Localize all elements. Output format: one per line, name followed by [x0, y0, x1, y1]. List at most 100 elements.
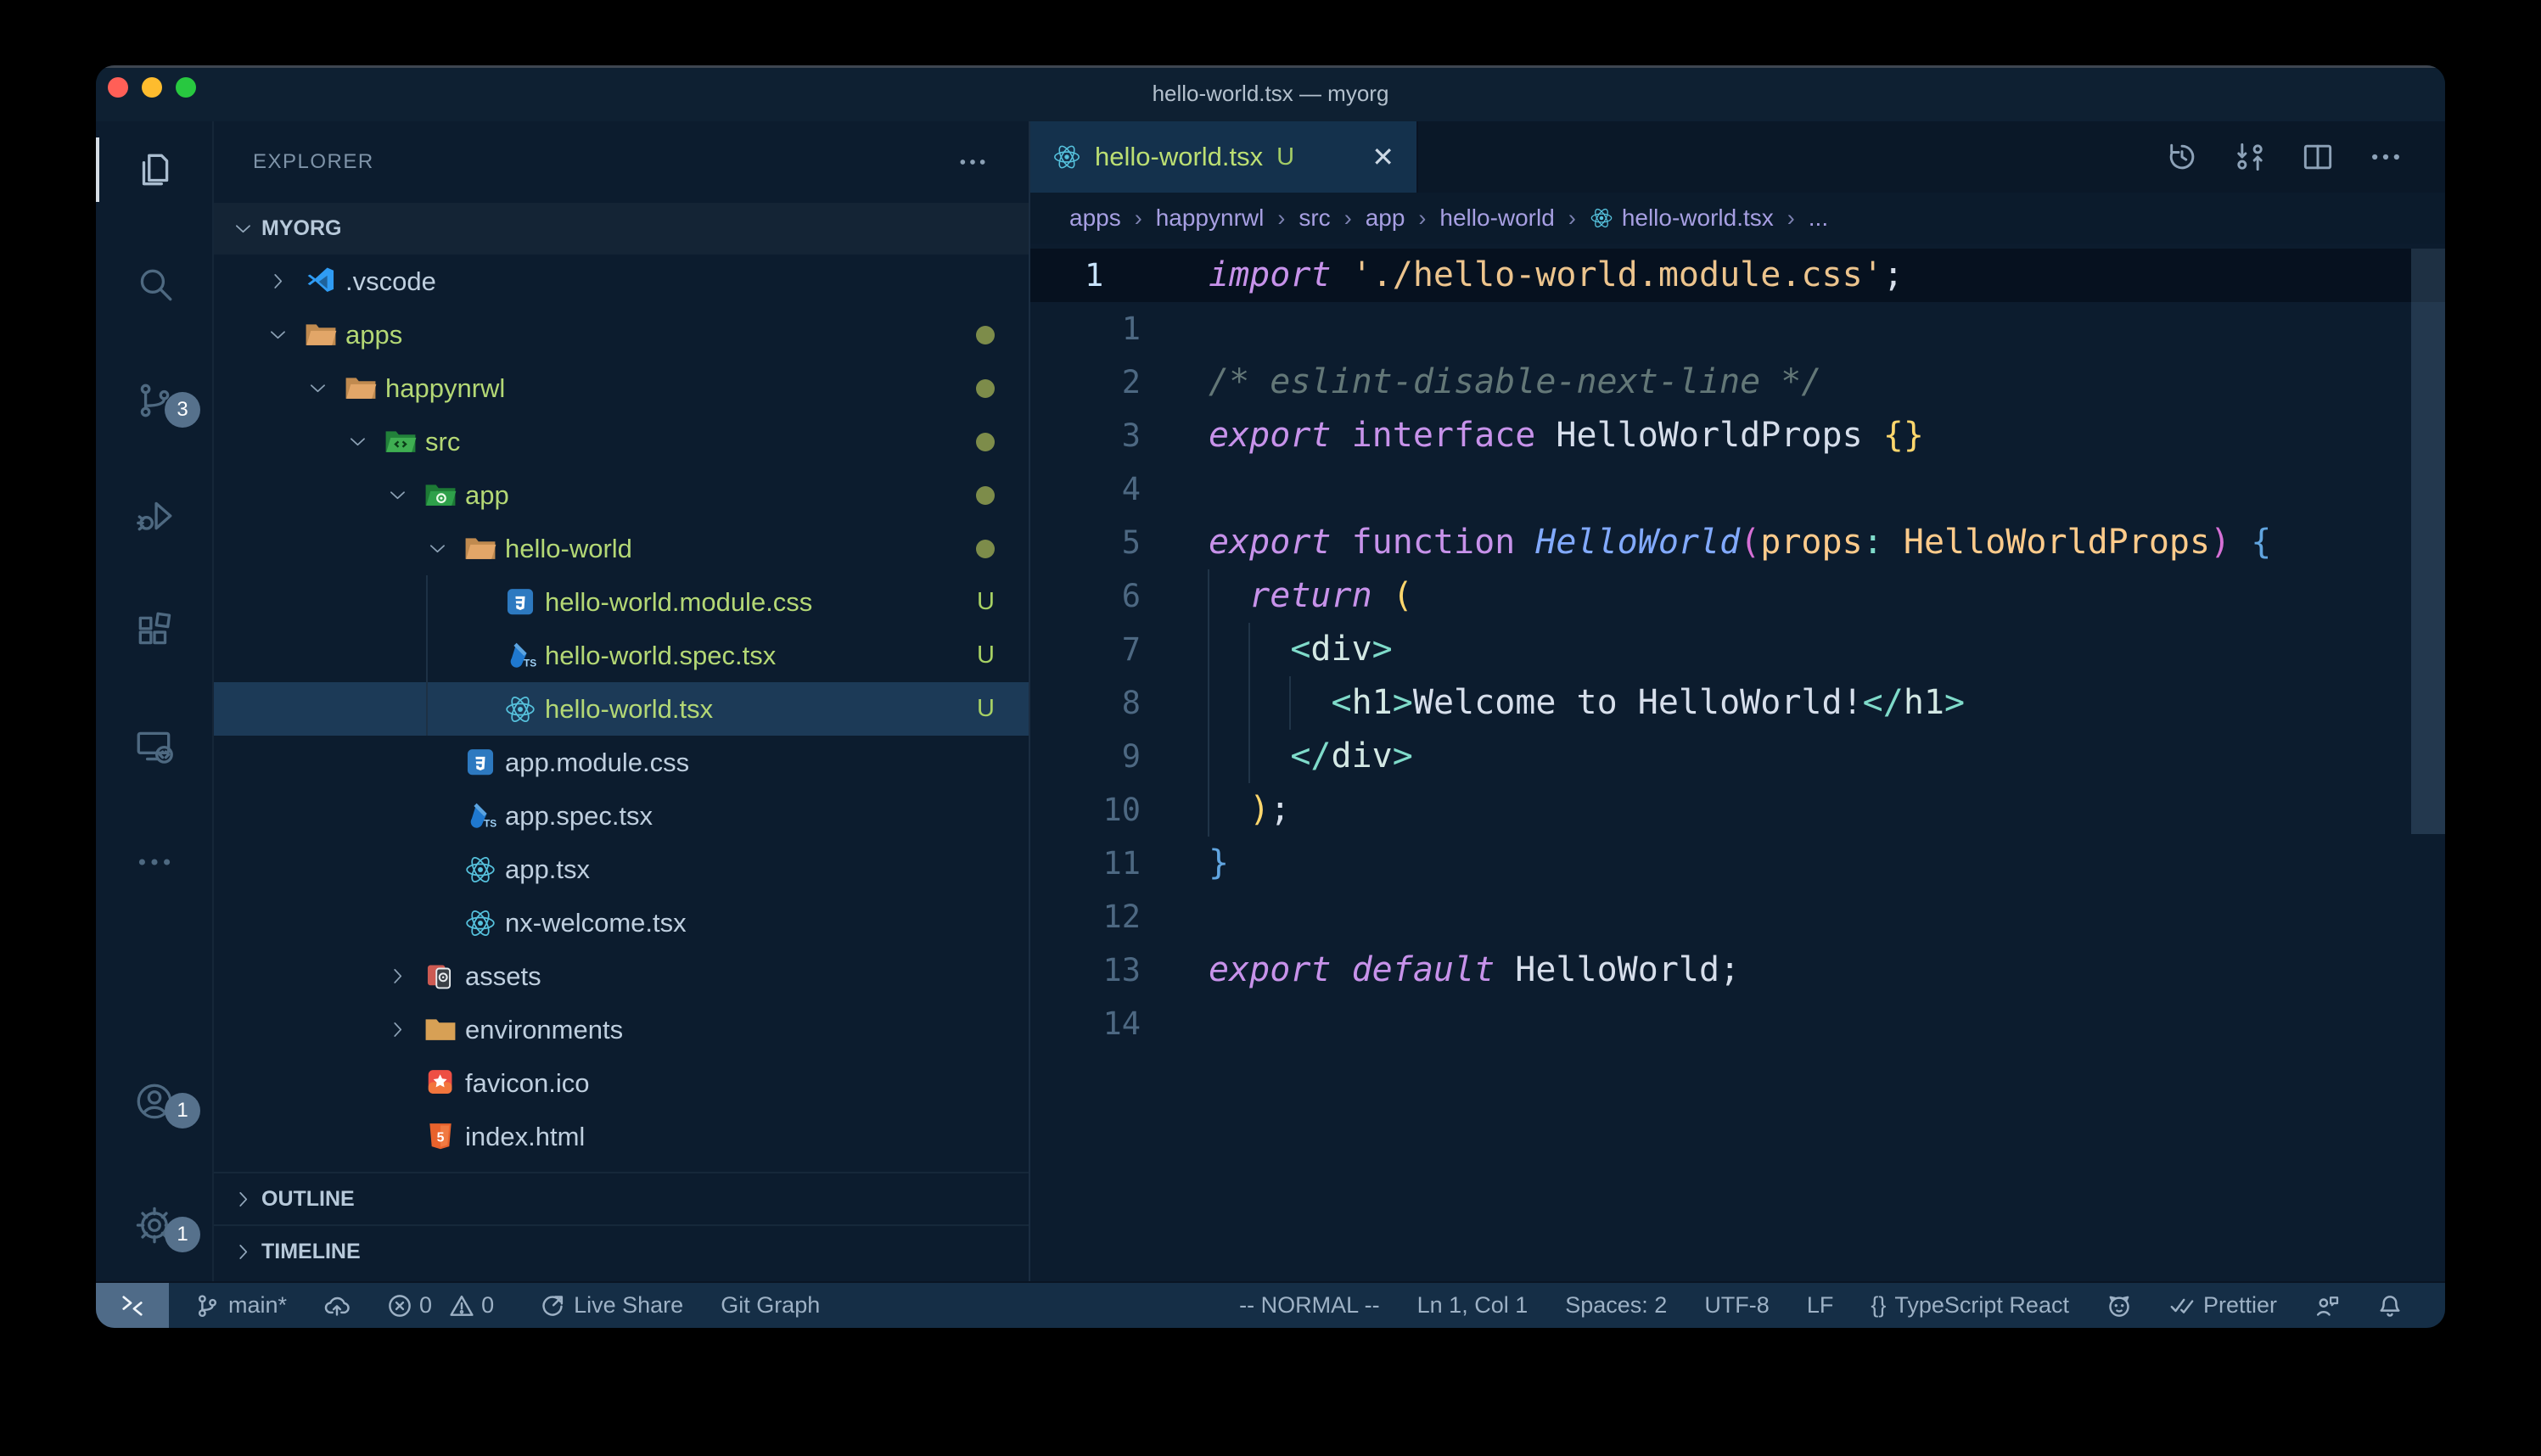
status-label: Ln 1, Col 1: [1417, 1292, 1529, 1319]
status-item-encoding[interactable]: UTF-8: [1704, 1292, 1770, 1319]
history-icon[interactable]: [2163, 138, 2201, 176]
tree-row[interactable]: assets: [214, 949, 1029, 1003]
tree-row[interactable]: apps: [214, 308, 1029, 361]
breadcrumb-label: hello-world.tsx: [1622, 204, 1774, 232]
status-item-notifications[interactable]: [2377, 1293, 2403, 1319]
activity-bar-item-extensions[interactable]: [96, 604, 212, 658]
editor-scrollbar[interactable]: [2411, 249, 2445, 834]
remote-explorer-icon: [133, 725, 176, 768]
tree-row[interactable]: TSapp.spec.tsx: [214, 789, 1029, 843]
tree-row[interactable]: hello-world: [214, 522, 1029, 575]
chevron-right-icon: [387, 966, 424, 988]
indent-guide: [1248, 623, 1250, 783]
status-item-language-mode[interactable]: {}TypeScript React: [1871, 1292, 2069, 1319]
code-line: 6 return (: [1030, 569, 2445, 623]
code-line: 14: [1030, 997, 2445, 1050]
status-item-git-branch[interactable]: main*: [194, 1292, 287, 1319]
status-item-cursor-position[interactable]: Ln 1, Col 1: [1417, 1292, 1529, 1319]
tab-label: hello-world.tsx: [1095, 142, 1263, 172]
outline-section-label: OUTLINE: [261, 1187, 355, 1212]
activity-bar-item-remote-explorer[interactable]: [96, 720, 212, 774]
explorer-more-actions-icon[interactable]: [956, 145, 990, 179]
status-item-indentation[interactable]: Spaces: 2: [1565, 1292, 1667, 1319]
tab-hello-world-tsx[interactable]: hello-world.tsx U ✕: [1030, 121, 1418, 193]
file-tree: .vscodeappshappynrwlsrcapphello-worldhel…: [214, 255, 1029, 1163]
breadcrumb-item[interactable]: ...: [1809, 204, 1828, 232]
tree-row[interactable]: hello-world.tsxU: [214, 682, 1029, 736]
tree-row[interactable]: happynrwl: [214, 361, 1029, 415]
breadcrumb-item[interactable]: happynrwl: [1156, 204, 1265, 232]
chevron-right-icon: [387, 1019, 424, 1041]
tree-row[interactable]: nx-welcome.tsx: [214, 896, 1029, 949]
tree-row[interactable]: app: [214, 468, 1029, 522]
activity-bar-item-explorer[interactable]: [96, 143, 212, 197]
remote-indicator[interactable]: [96, 1283, 169, 1328]
tree-row[interactable]: favicon.ico: [214, 1056, 1029, 1110]
title-bar[interactable]: hello-world.tsx — myorg: [96, 65, 2445, 121]
breadcrumb-label: apps: [1069, 204, 1121, 232]
breadcrumb-item[interactable]: app: [1366, 204, 1405, 232]
tree-item-label: environments: [465, 1015, 623, 1045]
close-tab-icon[interactable]: ✕: [1371, 141, 1394, 173]
bell-icon: [2377, 1293, 2403, 1319]
tree-row[interactable]: hello-world.module.cssU: [214, 575, 1029, 629]
breadcrumb-item[interactable]: hello-world: [1439, 204, 1554, 232]
tree-row[interactable]: environments: [214, 1003, 1029, 1056]
workspace-section-header[interactable]: MYORG: [214, 203, 1029, 255]
folder-open-tan-icon: [464, 533, 496, 565]
activity-bar-item-settings[interactable]: 1: [96, 1198, 212, 1252]
status-item-eol[interactable]: LF: [1807, 1292, 1834, 1319]
code-text: </div>: [1158, 730, 1413, 783]
folder-open-tan-icon: [305, 319, 337, 351]
chevron-down-icon: [233, 218, 255, 240]
chevron-down-icon: [387, 484, 424, 507]
timeline-section-header[interactable]: TIMELINE: [214, 1224, 1029, 1278]
status-item-github[interactable]: [2106, 1293, 2132, 1319]
status-label: Spaces: 2: [1565, 1292, 1667, 1319]
breadcrumb-item[interactable]: apps: [1069, 204, 1121, 232]
tree-item-label: nx-welcome.tsx: [505, 908, 687, 938]
error-icon: [387, 1293, 412, 1319]
tree-row[interactable]: TShello-world.spec.tsxU: [214, 629, 1029, 682]
status-item-live-share[interactable]: Live Share: [540, 1292, 683, 1319]
activity-bar-item-run-debug[interactable]: [96, 489, 212, 543]
cloud-upload-icon: [324, 1293, 350, 1319]
line-number: 9: [1030, 730, 1158, 783]
tab-bar: hello-world.tsx U ✕: [1030, 121, 2445, 193]
status-item-formatter[interactable]: Prettier: [2169, 1292, 2277, 1319]
timeline-section-label: TIMELINE: [261, 1240, 361, 1264]
status-item-vim-mode[interactable]: -- NORMAL --: [1239, 1292, 1379, 1319]
activity-bar-item-more-views[interactable]: [96, 835, 212, 889]
status-label: Prettier: [2203, 1292, 2277, 1319]
code-editor[interactable]: 1import './hello-world.module.css';12/* …: [1030, 244, 2445, 1281]
outline-section-header[interactable]: OUTLINE: [214, 1172, 1029, 1225]
warning-icon: [449, 1293, 474, 1319]
tree-row[interactable]: src: [214, 415, 1029, 468]
split-editor-icon[interactable]: [2299, 138, 2336, 176]
status-item-publish-changes[interactable]: [324, 1293, 350, 1319]
breadcrumb-item[interactable]: src: [1299, 204, 1330, 232]
tree-row[interactable]: .vscode: [214, 255, 1029, 308]
activity-bar-item-source-control[interactable]: 3: [96, 373, 212, 428]
breadcrumb-label: app: [1366, 204, 1405, 232]
line-number: 6: [1030, 569, 1158, 623]
tree-row[interactable]: app.tsx: [214, 843, 1029, 896]
breadcrumb-item[interactable]: hello-world.tsx: [1590, 204, 1774, 232]
line-number: 7: [1030, 623, 1158, 676]
code-line: 5export function HelloWorld(props: Hello…: [1030, 516, 2445, 569]
compare-changes-icon[interactable]: [2231, 138, 2269, 176]
status-item-problems[interactable]: 00: [387, 1292, 502, 1319]
activity-bar-item-search[interactable]: [96, 258, 212, 312]
breadcrumb-separator: ›: [1135, 205, 1142, 232]
tree-row[interactable]: 5index.html: [214, 1110, 1029, 1163]
tree-row[interactable]: app.module.css: [214, 736, 1029, 789]
activity-bar-item-accounts[interactable]: 1: [96, 1074, 212, 1128]
status-item-feedback[interactable]: [2314, 1293, 2340, 1319]
breadcrumb-separator: ›: [1787, 205, 1795, 232]
tree-item-label: assets: [465, 961, 541, 992]
status-item-git-graph[interactable]: Git Graph: [721, 1292, 820, 1319]
status-label: TypeScript React: [1894, 1292, 2069, 1319]
status-label: UTF-8: [1704, 1292, 1770, 1319]
more-icon[interactable]: [2367, 138, 2404, 176]
code-text: [1158, 997, 1209, 1050]
